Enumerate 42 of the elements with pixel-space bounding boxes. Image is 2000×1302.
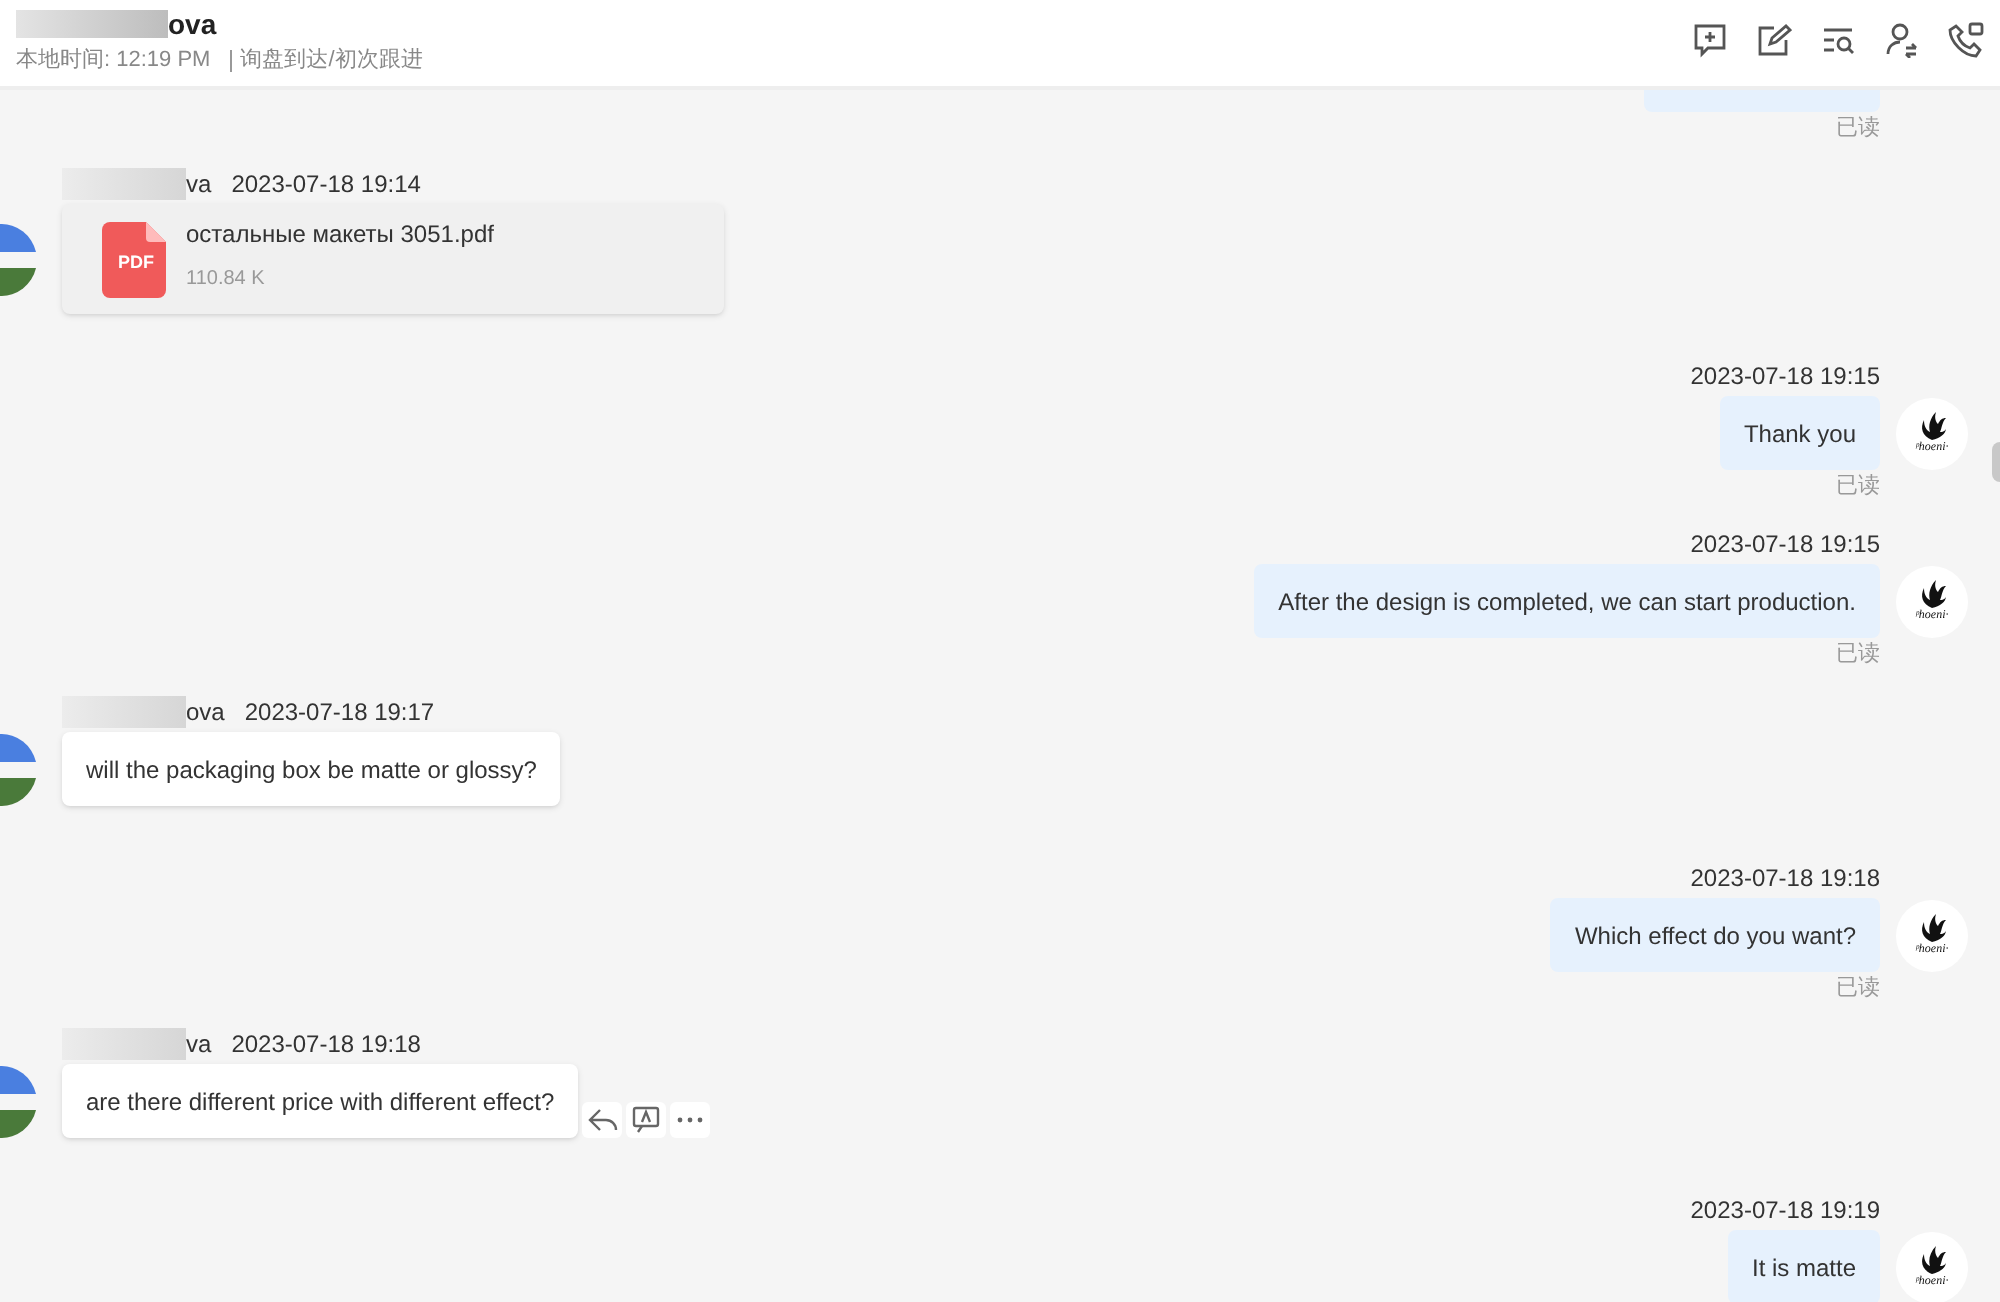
flame-logo-icon [1916,912,1948,944]
read-receipt: 已读 [1836,974,1880,1002]
message-bubble: Which effect do you want? [1550,898,1880,972]
reply-icon[interactable] [582,1102,623,1138]
flame-logo-icon [1916,1244,1948,1276]
message-bubble: After the design is completed, we can start production. [1254,564,1880,638]
scroll-handle[interactable] [1992,442,2000,482]
read-receipt: 已读 [1836,472,1880,500]
more-icon[interactable] [670,1102,711,1138]
sender-name: va [186,1028,212,1062]
translate-icon[interactable] [626,1102,667,1138]
file-type-label: PDF [116,249,156,275]
contact-name: ova [168,6,217,42]
message-time: 2023-07-18 19:15 [1690,360,1880,394]
blurred-name [62,168,186,200]
sender-name: ova [186,696,225,730]
file-name: остальные макеты 3051.pdf [186,218,494,252]
flame-logo-icon [1916,578,1948,610]
message-time: 2023-07-18 19:19 [1690,1194,1880,1228]
message-time: 2023-07-18 19:18 [1690,862,1880,896]
message-bubble: It is matte [1727,1230,1880,1302]
message-bubble: will the packaging box be matte or glossy? [62,732,561,806]
file-size: 110.84 K [186,266,267,294]
flame-logo-icon [1916,410,1948,442]
edit-icon[interactable] [1756,22,1792,58]
pdf-file-icon [102,221,170,297]
customer-stage: 询盘到达/初次跟进 [240,45,423,76]
message-bubble: Thank you [1719,396,1880,470]
message-time: 2023-07-18 19:17 [244,696,435,730]
blurred-name [62,1028,186,1060]
message-bubble: are there different price with different effect? [62,1064,579,1138]
message-time: 2023-07-18 19:15 [1690,528,1880,562]
sender-name: va [186,168,212,202]
message-time: 2023-07-18 19:14 [231,168,421,202]
message-time: 2023-07-18 19:18 [231,1028,421,1062]
read-receipt: 已读 [1836,640,1880,668]
add-comment-icon[interactable] [1692,22,1728,58]
local-time: 本地时间: 12:19 PM [16,46,211,76]
user-transfer-icon[interactable] [1884,22,1920,58]
read-receipt: 已读 [1836,114,1880,142]
blurred-name [62,696,186,728]
phone-icon[interactable] [1948,22,1984,58]
